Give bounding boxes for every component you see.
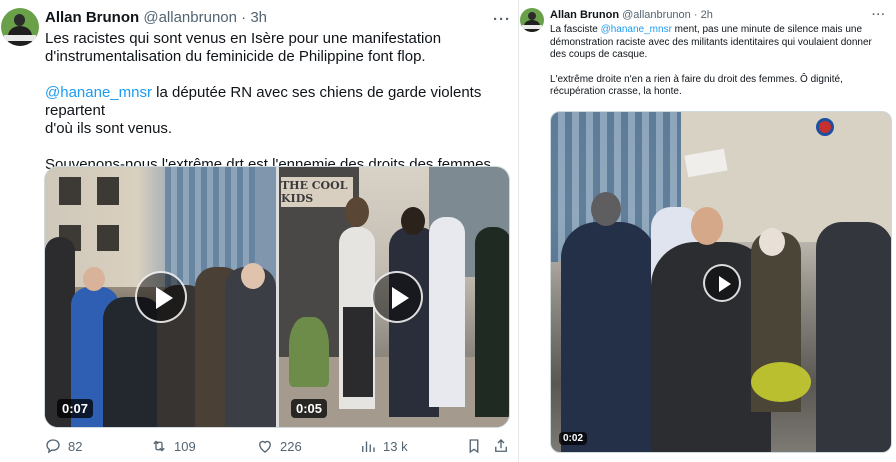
helmet [751, 362, 811, 402]
repost-icon [153, 440, 165, 452]
views-icon [362, 441, 375, 452]
tweet-time[interactable]: 2h [701, 9, 713, 21]
person-elderly [225, 267, 276, 427]
video-duration: 0:07 [57, 399, 94, 418]
author-avatar[interactable] [1, 8, 39, 46]
video-thumbnail-2[interactable]: THE COOL KIDS 0:05 [279, 167, 509, 427]
window [59, 177, 81, 205]
play-button-icon[interactable] [371, 271, 423, 323]
heart-icon [259, 440, 271, 453]
window [97, 225, 119, 251]
reply-count: 82 [68, 438, 83, 454]
share-button[interactable] [492, 437, 510, 455]
like-count: 226 [280, 438, 302, 454]
action-bar: 82 109 226 13 k [44, 437, 514, 457]
trousers [343, 307, 373, 397]
head [401, 207, 425, 235]
author-handle[interactable]: @allanbrunon [622, 9, 691, 21]
face [691, 207, 723, 245]
person [816, 222, 891, 452]
tweet-line: des coups de casque. [550, 49, 648, 60]
person-dark-jacket [561, 222, 656, 452]
reply-button[interactable]: 82 [44, 437, 82, 455]
repost-count: 109 [174, 438, 196, 454]
mention-link[interactable]: @hanane_mnsr [45, 84, 152, 101]
play-button-icon[interactable] [135, 271, 187, 323]
like-button[interactable]: 226 [256, 437, 302, 455]
video-duration: 0:02 [559, 432, 588, 445]
header-separator: · [241, 9, 247, 26]
play-button-icon[interactable] [703, 264, 741, 302]
face [241, 263, 265, 289]
tweet-left: Allan Brunon @allanbrunon · 3h ··· Les r… [0, 0, 518, 462]
avatar-banner [4, 35, 36, 41]
tweet-line: La fasciste @hanane_mnsr ment, pas une m… [550, 24, 892, 37]
head-cap [591, 192, 621, 226]
views-count: 13 k [383, 438, 408, 454]
shop-sign: THE COOL KIDS [281, 177, 353, 207]
person [475, 227, 509, 417]
tweet-line: démonstration raciste avec des militants… [550, 36, 872, 48]
tweet-time[interactable]: 3h [250, 9, 267, 26]
author-name[interactable]: Allan Brunon [550, 9, 619, 21]
tweet-header: Allan Brunon @allanbrunon · 2h [550, 9, 713, 21]
bookmark-icon [469, 439, 479, 454]
tweet-line: d'instrumentalisation du feminicide de P… [45, 48, 426, 65]
more-options-icon[interactable]: ··· [872, 9, 886, 21]
tweet-line: @hanane_mnsr la députée RN avec ses chie… [45, 84, 513, 120]
author-name[interactable]: Allan Brunon [45, 9, 139, 26]
person-white-shirt [429, 217, 465, 407]
author-handle[interactable]: @allanbrunon [143, 9, 237, 26]
video-thumbnail-1[interactable]: 0:07 [45, 167, 276, 427]
head [345, 197, 369, 227]
share-icon [495, 439, 507, 452]
no-parking-sign-icon [816, 118, 834, 136]
tweet-line: d'où ils sont venus. [45, 120, 173, 137]
tweet-text: Les racistes qui sont venus en Isère pou… [45, 30, 513, 174]
more-options-icon[interactable]: ··· [493, 11, 511, 28]
window [97, 177, 119, 205]
face [83, 267, 105, 291]
reply-icon [46, 439, 60, 454]
tweet-line: Les racistes qui sont venus en Isère pou… [45, 30, 442, 47]
tweet-header: Allan Brunon @allanbrunon · 3h [45, 9, 267, 26]
tweet-line: L'extrême droite n'en a rien à faire du … [550, 73, 843, 85]
author-avatar[interactable] [520, 8, 544, 32]
tweet-line-start: La fasciste [550, 24, 601, 35]
tweet-line: récupération crasse, la honte. [550, 86, 682, 97]
tweet-text: La fasciste @hanane_mnsr ment, pas une m… [550, 24, 892, 99]
head [759, 228, 785, 256]
repost-button[interactable]: 109 [150, 437, 196, 455]
avatar-head [14, 14, 25, 26]
column-divider [518, 0, 519, 462]
bookmark-button[interactable] [465, 437, 483, 455]
plant [289, 317, 329, 387]
header-separator: · [693, 9, 698, 21]
video-duration: 0:05 [291, 399, 328, 418]
video-thumbnail-3[interactable]: 0:02 [550, 111, 892, 453]
avatar-head [528, 12, 536, 20]
views-button[interactable]: 13 k [359, 437, 408, 455]
tweet-line-rest: ment, pas une minute de silence mais une [671, 24, 863, 35]
media-grid: 0:07 THE COOL KIDS 0:05 [44, 166, 510, 428]
mention-link[interactable]: @hanane_mnsr [601, 24, 672, 35]
avatar-banner [522, 25, 542, 29]
